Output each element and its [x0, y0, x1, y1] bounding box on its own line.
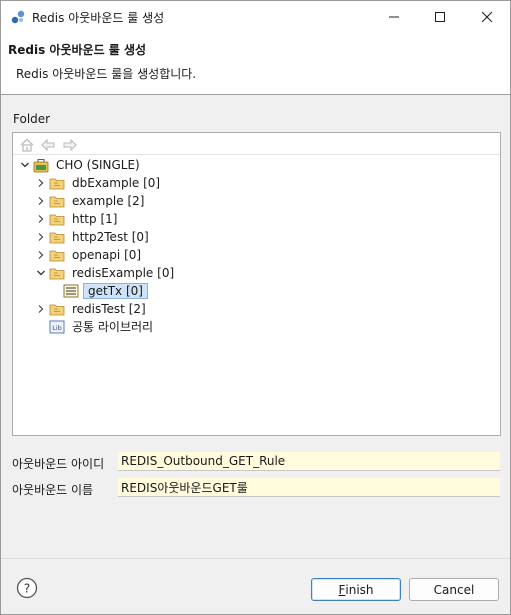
chevron-down-icon[interactable]	[35, 264, 47, 282]
tree-item[interactable]: dbExample [0]	[35, 174, 162, 192]
folder-icon	[49, 304, 65, 316]
outbound-name-input[interactable]	[118, 478, 500, 497]
chevron-right-icon[interactable]	[35, 174, 47, 192]
banner-description: Redis 아웃바운드 룰을 생성합니다.	[16, 67, 197, 81]
app-icon	[11, 10, 25, 24]
footer-divider	[1, 558, 510, 559]
tree-item-label: redisExample [0]	[72, 266, 175, 280]
window-title: Redis 아웃바운드 룰 생성	[32, 11, 165, 25]
chevron-right-icon[interactable]	[35, 228, 47, 246]
folder-icon	[49, 250, 65, 262]
close-icon	[481, 11, 493, 22]
title-bar[interactable]: Redis 아웃바운드 룰 생성	[1, 1, 510, 32]
tree-item-label: dbExample [0]	[72, 176, 161, 190]
tree-item[interactable]: Lib 공통 라이브러리	[49, 318, 155, 336]
minimize-button[interactable]	[371, 1, 417, 32]
tree-toolbar	[13, 133, 500, 157]
svg-text:?: ?	[24, 582, 30, 596]
forward-arrow-icon[interactable]	[62, 137, 78, 153]
back-arrow-icon[interactable]	[40, 137, 56, 153]
folder-open-icon	[49, 268, 65, 280]
help-icon[interactable]: ?	[16, 577, 38, 599]
tree-item-label: redisTest [2]	[72, 302, 146, 316]
maximize-button[interactable]	[417, 1, 463, 32]
tree-item[interactable]: http2Test [0]	[35, 228, 151, 246]
chevron-right-icon[interactable]	[35, 192, 47, 210]
home-icon[interactable]	[19, 137, 35, 153]
outbound-id-input[interactable]	[118, 452, 500, 471]
tree-item-label: http [1]	[72, 212, 118, 226]
rule-icon	[63, 284, 79, 298]
tree-item[interactable]: redisExample [0]	[35, 264, 176, 282]
chevron-down-icon[interactable]	[19, 156, 31, 174]
minimize-icon	[389, 16, 399, 17]
cancel-button[interactable]: Cancel	[409, 578, 499, 601]
banner-title: Redis 아웃바운드 룰 생성	[8, 43, 147, 57]
tree-item[interactable]: http [1]	[35, 210, 119, 228]
folder-icon	[49, 196, 65, 208]
folder-tree[interactable]: CHO (SINGLE) dbExample [0] example [2] h…	[12, 132, 501, 436]
finish-button[interactable]: Finish	[311, 578, 401, 601]
dialog-window: Redis 아웃바운드 룰 생성 Redis 아웃바운드 룰 생성 Redis …	[0, 0, 511, 615]
maximize-icon	[435, 11, 445, 22]
finish-label: inish	[345, 582, 374, 597]
tree-item[interactable]: redisTest [2]	[35, 300, 148, 318]
chevron-right-icon[interactable]	[35, 246, 47, 264]
tree-root-label: CHO (SINGLE)	[56, 158, 140, 172]
folder-label: Folder	[13, 112, 51, 126]
tree-item-selected[interactable]: getTx [0]	[63, 282, 148, 300]
outbound-id-label: 아웃바운드 아이디	[12, 457, 105, 471]
chevron-right-icon[interactable]	[35, 300, 47, 318]
tree-root-node[interactable]: CHO (SINGLE)	[19, 156, 142, 174]
tree-item-label: openapi [0]	[72, 248, 142, 262]
tree-item[interactable]: example [2]	[35, 192, 146, 210]
tree-item-label: getTx [0]	[83, 283, 148, 299]
folder-icon	[49, 214, 65, 226]
chevron-right-icon[interactable]	[35, 210, 47, 228]
tree-item-label: example [2]	[72, 194, 145, 208]
outbound-name-label: 아웃바운드 이름	[12, 483, 94, 497]
tree-item-label: 공통 라이브러리	[72, 320, 154, 334]
close-button[interactable]	[464, 1, 510, 32]
library-icon: Lib	[49, 320, 65, 334]
header-banner: Redis 아웃바운드 룰 생성 Redis 아웃바운드 룰을 생성합니다.	[1, 32, 510, 95]
folder-icon	[49, 178, 65, 190]
folder-icon	[49, 232, 65, 244]
finish-mnemonic: F	[338, 582, 346, 597]
tree-item-label: http2Test [0]	[72, 230, 149, 244]
svg-text:Lib: Lib	[52, 324, 62, 332]
server-icon	[33, 159, 49, 173]
tree-item[interactable]: openapi [0]	[35, 246, 143, 264]
